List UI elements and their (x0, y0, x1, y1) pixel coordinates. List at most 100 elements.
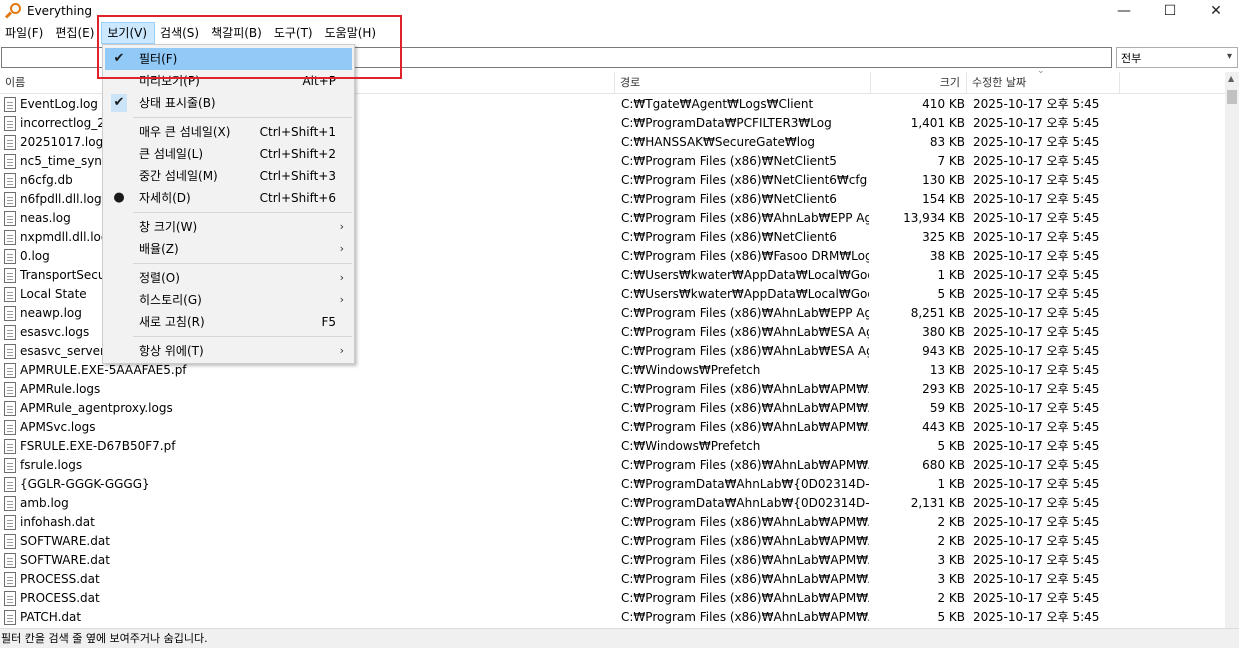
scroll-up-icon[interactable]: ▲ (1228, 74, 1234, 83)
table-row[interactable]: PROCESS.dat C:₩Program Files (x86)₩AhnLab… (0, 589, 1225, 608)
table-row[interactable]: PROCESS.dat C:₩Program Files (x86)₩AhnLab… (0, 570, 1225, 589)
view-menu-item-refresh[interactable]: 새로 고침(R) F5 (105, 311, 352, 333)
file-date: 2025-10-17 오후 5:45 (973, 420, 1100, 434)
view-menu-item-shortcut: Ctrl+Shift+3 (259, 169, 336, 183)
file-date: 2025-10-17 오후 5:45 (973, 477, 1100, 491)
everything-app-icon (4, 3, 21, 19)
table-row[interactable]: APMSvc.logs C:₩Program Files (x86)₩AhnLab… (0, 418, 1225, 437)
minimize-button[interactable]: — (1101, 0, 1147, 22)
menu-tools[interactable]: 도구(T) (269, 22, 320, 44)
view-menu-item-label: 창 크기(W) (139, 220, 198, 234)
file-path: C:₩Windows₩Prefetch (621, 439, 761, 453)
view-menu-item-sort[interactable]: 정렬(O) › (105, 267, 352, 289)
table-row[interactable]: PATCH.dat C:₩Program Files (x86)₩AhnLab₩A… (0, 608, 1225, 627)
table-row[interactable]: infohash.dat C:₩Program Files (x86)₩AhnLa… (0, 513, 1225, 532)
file-icon (4, 477, 16, 492)
file-date: 2025-10-17 오후 5:45 (973, 211, 1100, 225)
chevron-right-icon: › (339, 293, 344, 306)
view-menu-item-large-thumbnails[interactable]: 큰 섬네일(L) Ctrl+Shift+2 (105, 143, 352, 165)
table-row[interactable]: fsrule.logs C:₩Program Files (x86)₩AhnLab… (0, 456, 1225, 475)
file-icon (4, 420, 16, 435)
file-date: 2025-10-17 오후 5:45 (973, 230, 1100, 244)
menu-help[interactable]: 도움말(H) (320, 22, 384, 44)
file-name-cell: fsrule.logs (4, 456, 610, 475)
file-name-cell: SOFTWARE.dat (4, 532, 610, 551)
view-menu-item-shortcut: Ctrl+Shift+2 (259, 147, 336, 161)
table-row[interactable]: APMRule_agentproxy.logs C:₩Program Files … (0, 399, 1225, 418)
menu-file[interactable]: 파일(F) (0, 22, 50, 44)
column-header-size[interactable]: 크기 (871, 72, 967, 94)
file-path: C:₩Program Files (x86)₩AhnLab₩APM₩Ag... (621, 458, 869, 472)
file-size: 38 KB (929, 249, 965, 263)
view-menu-item-zoom[interactable]: 배율(Z) › (105, 238, 352, 260)
file-name: 20251017.log (20, 135, 104, 149)
file-date: 2025-10-17 오후 5:45 (973, 135, 1100, 149)
view-menu-item-filter[interactable]: ✔ 필터(F) (105, 48, 352, 70)
file-icon (4, 287, 16, 302)
view-menu-item-preview[interactable]: 미리보기(P) Alt+P (105, 70, 352, 92)
view-menu-item-status-bar[interactable]: ✔ 상태 표시줄(B) (105, 92, 352, 114)
file-name-cell: PATCH.dat (4, 608, 610, 627)
title-bar: Everything — ☐ ✕ (0, 0, 1239, 22)
file-path: C:₩Program Files (x86)₩AhnLab₩APM₩Ag... (621, 401, 869, 415)
file-date: 2025-10-17 오후 5:45 (973, 325, 1100, 339)
file-date: 2025-10-17 오후 5:45 (973, 287, 1100, 301)
radio-dot-icon: ● (113, 190, 125, 205)
file-date: 2025-10-17 오후 5:45 (973, 401, 1100, 415)
close-button[interactable]: ✕ (1193, 0, 1239, 22)
file-icon (4, 610, 16, 625)
file-path: C:₩Program Files (x86)₩AhnLab₩APM₩Ag... (621, 591, 869, 605)
view-menu-item-shortcut: F5 (321, 315, 336, 329)
table-row[interactable]: {GGLR-GGGK-GGGG} C:₩ProgramData₩AhnLab₩{0… (0, 475, 1225, 494)
view-menu-item-details[interactable]: ● 자세히(D) Ctrl+Shift+6 (105, 187, 352, 209)
menu-search[interactable]: 검색(S) (155, 22, 206, 44)
window-title: Everything (27, 4, 92, 18)
menu-bookmarks[interactable]: 책갈피(B) (206, 22, 269, 44)
file-size: 1,401 KB (910, 116, 965, 130)
window-controls: — ☐ ✕ (1101, 0, 1239, 22)
file-icon (4, 173, 16, 188)
file-path: C:₩Program Files (x86)₩NetClient5 (621, 154, 837, 168)
view-menu-item-label: 새로 고침(R) (139, 315, 205, 329)
file-path: C:₩Program Files (x86)₩AhnLab₩APM₩Ag... (621, 610, 869, 624)
file-path: C:₩Users₩kwater₩AppData₩Local₩Google... (621, 268, 869, 282)
file-date: 2025-10-17 오후 5:45 (973, 439, 1100, 453)
view-menu-item-always-on-top[interactable]: 항상 위에(T) › (105, 340, 352, 362)
file-name: neawp.log (20, 306, 82, 320)
file-name: n6fpdll.dll.log (20, 192, 102, 206)
filter-select[interactable]: 전부 ▾ (1116, 47, 1238, 68)
file-name-cell: APMSvc.logs (4, 418, 610, 437)
vertical-scrollbar[interactable]: ▲ (1225, 72, 1239, 628)
table-row[interactable]: SOFTWARE.dat C:₩Program Files (x86)₩AhnLa… (0, 532, 1225, 551)
scrollbar-thumb[interactable] (1227, 90, 1237, 104)
file-name-cell: PROCESS.dat (4, 589, 610, 608)
view-menu-item-history[interactable]: 히스토리(G) › (105, 289, 352, 311)
file-size: 3 KB (937, 572, 965, 586)
view-menu-item-window-size[interactable]: 창 크기(W) › (105, 216, 352, 238)
file-icon (4, 553, 16, 568)
file-size: 1 KB (937, 268, 965, 282)
file-size: 2 KB (937, 515, 965, 529)
view-menu-item-medium-thumbnails[interactable]: 중간 섬네일(M) Ctrl+Shift+3 (105, 165, 352, 187)
menu-edit[interactable]: 편집(E) (50, 22, 101, 44)
file-size: 443 KB (922, 420, 965, 434)
file-size: 293 KB (922, 382, 965, 396)
file-name-cell: {GGLR-GGGK-GGGG} (4, 475, 610, 494)
table-row[interactable]: SOFTWARE.dat C:₩Program Files (x86)₩AhnLa… (0, 551, 1225, 570)
file-name-cell: APMRule.logs (4, 380, 610, 399)
file-icon (4, 439, 16, 454)
file-size: 59 KB (929, 401, 965, 415)
maximize-button[interactable]: ☐ (1147, 0, 1193, 22)
view-menu-item-shortcut: Alt+P (302, 74, 336, 88)
view-menu-item-extra-large-thumbnails[interactable]: 매우 큰 섬네일(X) Ctrl+Shift+1 (105, 121, 352, 143)
table-row[interactable]: amb.log C:₩ProgramData₩AhnLab₩{0D02314D-E… (0, 494, 1225, 513)
view-menu-item-shortcut: Ctrl+Shift+6 (259, 191, 336, 205)
table-row[interactable]: FSRULE.EXE-D67B50F7.pf C:₩Windows₩Prefetc… (0, 437, 1225, 456)
file-date: 2025-10-17 오후 5:45 (973, 363, 1100, 377)
file-size: 410 KB (922, 97, 965, 111)
menu-view[interactable]: 보기(V) (101, 22, 156, 44)
column-header-path[interactable]: 경로 (615, 72, 871, 94)
file-icon (4, 135, 16, 150)
table-row[interactable]: APMRule.logs C:₩Program Files (x86)₩AhnLa… (0, 380, 1225, 399)
file-icon (4, 192, 16, 207)
